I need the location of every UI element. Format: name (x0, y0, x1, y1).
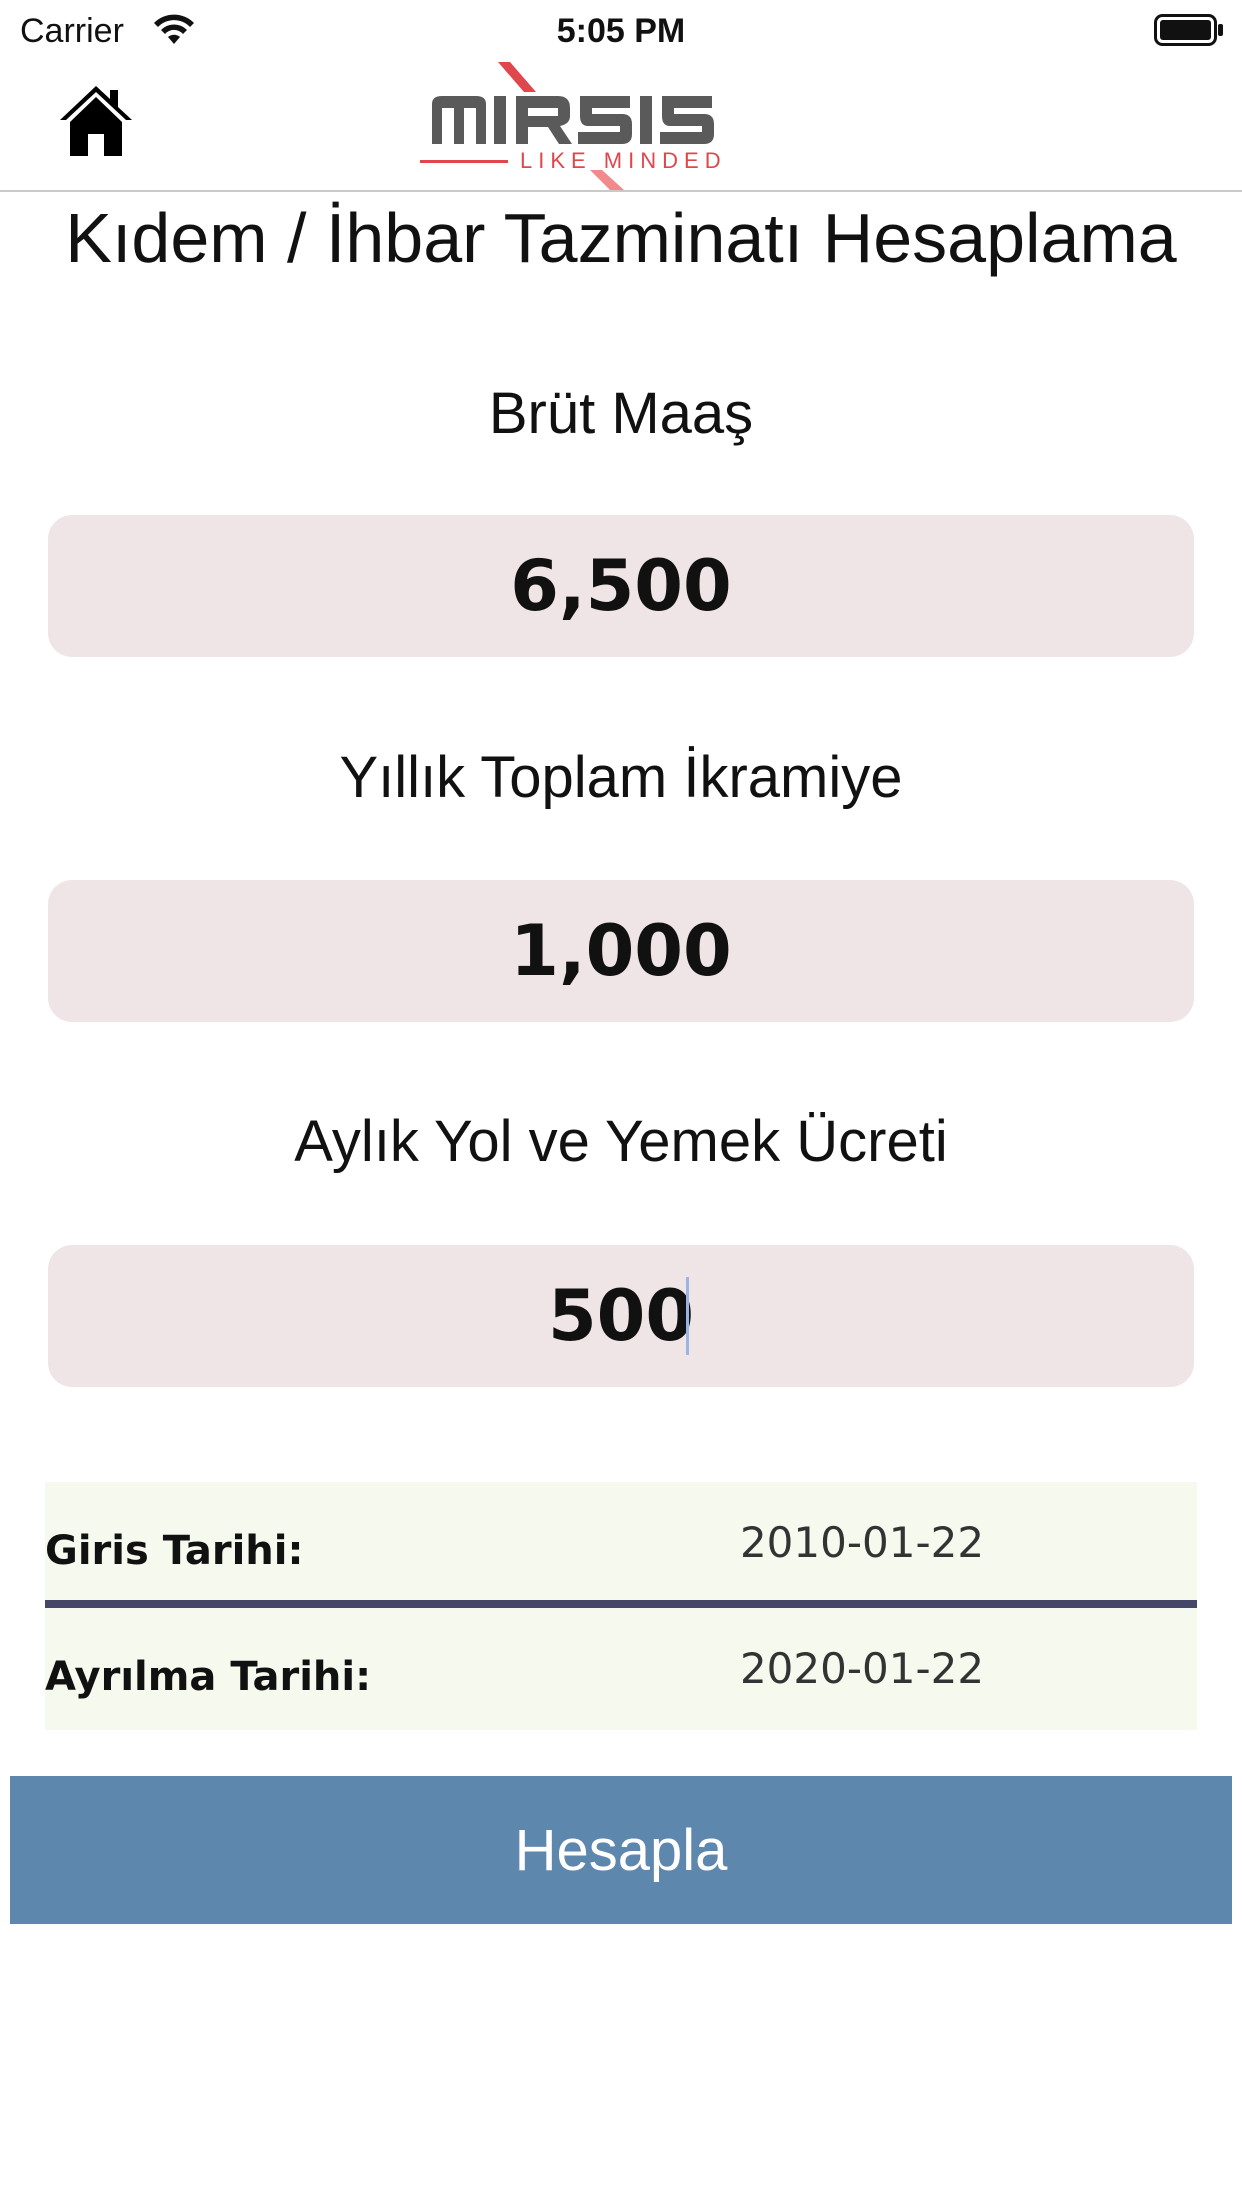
calculate-button[interactable]: Hesapla (10, 1776, 1232, 1924)
gross-salary-input[interactable] (48, 515, 1194, 657)
app-screen: Carrier 5:05 PM LIKE MINDED Kıdem / İhba… (0, 0, 1242, 2208)
home-icon[interactable] (56, 80, 136, 160)
gross-salary-label: Brüt Maaş (488, 381, 754, 446)
nav-bar: LIKE MINDED (0, 62, 1242, 192)
page-title: Kıdem / İhbar Tazminatı Hesaplama (65, 199, 1177, 277)
end-date-label: Ayrılma Tarihi: (45, 1654, 372, 1700)
start-date-value[interactable]: 2010-01-22 (605, 1518, 1119, 1567)
end-date-row[interactable]: Ayrılma Tarihi: 2020-01-22 (45, 1608, 1197, 1730)
transport-meal-label: Aylık Yol ve Yemek Ücreti (294, 1109, 948, 1174)
status-bar: Carrier 5:05 PM (0, 0, 1242, 62)
date-divider (45, 1600, 1197, 1608)
end-date-value[interactable]: 2020-01-22 (605, 1644, 1119, 1693)
svg-text:LIKE MINDED: LIKE MINDED (520, 148, 727, 173)
start-date-row[interactable]: Giris Tarihi: 2010-01-22 (45, 1482, 1197, 1604)
text-cursor (686, 1277, 689, 1355)
transport-meal-input[interactable] (48, 1245, 1194, 1387)
battery-icon (1154, 14, 1223, 46)
annual-bonus-input[interactable] (48, 880, 1194, 1022)
start-date-label: Giris Tarihi: (45, 1528, 304, 1574)
mirsis-logo: LIKE MINDED (420, 62, 727, 190)
annual-bonus-label: Yıllık Toplam İkramiye (339, 745, 903, 810)
status-time: 5:05 PM (556, 12, 686, 50)
